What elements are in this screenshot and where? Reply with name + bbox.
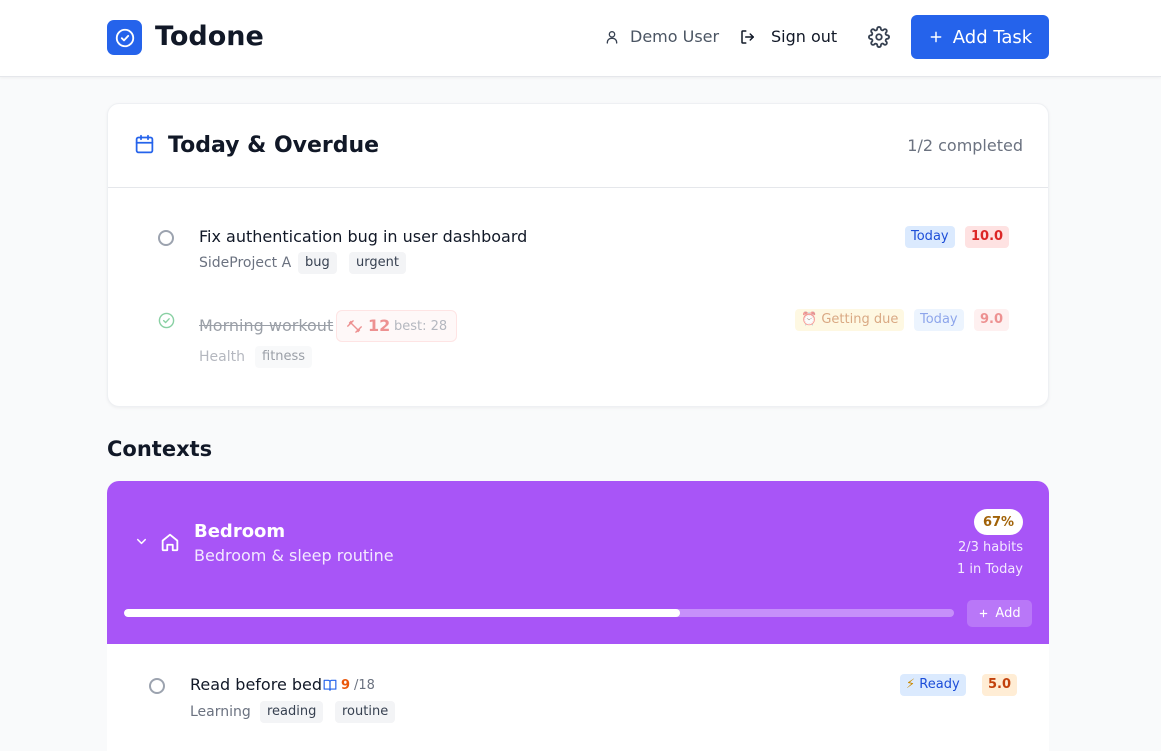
task-tag[interactable]: urgent bbox=[349, 252, 406, 274]
check-circle-icon[interactable] bbox=[158, 312, 175, 329]
score-badge: 5.0 bbox=[982, 674, 1018, 696]
add-task-button[interactable]: Add Task bbox=[911, 15, 1049, 59]
card-title: Today & Overdue bbox=[168, 133, 380, 158]
gear-icon bbox=[868, 26, 890, 48]
status-badge: ⏰ Getting due bbox=[795, 309, 905, 331]
user-name: Demo User bbox=[630, 27, 720, 46]
task-title[interactable]: Read before bed bbox=[190, 675, 322, 695]
task-project: Learning bbox=[190, 704, 251, 720]
add-task-label: Add Task bbox=[952, 26, 1033, 48]
context-add-button[interactable]: Add bbox=[967, 600, 1032, 627]
card-header: Today & Overdue 1/2 completed bbox=[108, 104, 1048, 188]
reading-progress-current: 9 bbox=[341, 678, 351, 693]
dumbbell-icon bbox=[347, 320, 362, 333]
context-progress-fill bbox=[124, 609, 681, 617]
alarm-clock-icon: ⏰ bbox=[801, 312, 818, 327]
task-tag[interactable]: fitness bbox=[255, 346, 313, 368]
streak-badge: 12 best: 28 bbox=[336, 310, 457, 342]
score-badge: 10.0 bbox=[965, 226, 1010, 248]
completed-count: 1/2 completed bbox=[907, 136, 1023, 155]
task-checkbox[interactable] bbox=[158, 230, 174, 246]
context-habits: 2/3 habits bbox=[958, 540, 1023, 555]
lightning-icon: ⚡ bbox=[906, 677, 916, 692]
task-title[interactable]: Morning workout bbox=[199, 316, 333, 336]
context-today: 1 in Today bbox=[957, 562, 1023, 577]
status-badge-label: Ready bbox=[919, 677, 960, 692]
context-name: Bedroom bbox=[194, 521, 286, 542]
status-badge-label: Getting due bbox=[821, 312, 899, 327]
task-project: Health bbox=[199, 349, 245, 365]
context-progress-bar bbox=[124, 609, 954, 617]
context-description: Bedroom & sleep routine bbox=[194, 546, 394, 565]
due-badge: Today bbox=[905, 226, 955, 248]
app-header: Todone Demo User Sign out Add Task bbox=[0, 0, 1161, 77]
context-header[interactable]: Bedroom Bedroom & sleep routine 67% 2/3 … bbox=[107, 481, 1049, 644]
reading-progress-total: /18 bbox=[354, 678, 375, 693]
contexts-heading: Contexts bbox=[107, 437, 213, 461]
status-badge: ⚡ Ready bbox=[900, 674, 966, 696]
plus-icon bbox=[980, 609, 988, 618]
sign-out-icon[interactable] bbox=[739, 28, 757, 46]
app-title: Todone bbox=[155, 21, 264, 52]
home-icon bbox=[161, 533, 179, 552]
context-card-bedroom: Bedroom Bedroom & sleep routine 67% 2/3 … bbox=[107, 481, 1049, 751]
due-badge: Today bbox=[914, 309, 964, 331]
chevron-down-icon[interactable] bbox=[134, 534, 149, 549]
task-title[interactable]: Fix authentication bug in user dashboard bbox=[199, 227, 527, 247]
streak-best: best: 28 bbox=[394, 319, 448, 334]
today-overdue-card: Today & Overdue 1/2 completed Fix authen… bbox=[107, 103, 1049, 407]
score-badge: 9.0 bbox=[974, 309, 1010, 331]
context-percent-badge: 67% bbox=[974, 509, 1023, 535]
app-logo[interactable] bbox=[107, 20, 142, 55]
plus-icon bbox=[930, 31, 942, 43]
sign-out-button[interactable]: Sign out bbox=[771, 27, 837, 47]
check-circle-icon bbox=[115, 28, 134, 47]
task-tag[interactable]: reading bbox=[260, 701, 324, 723]
settings-button[interactable] bbox=[866, 24, 892, 50]
book-icon bbox=[323, 679, 337, 691]
streak-count: 12 bbox=[368, 316, 391, 335]
task-tag[interactable]: routine bbox=[335, 701, 396, 723]
task-checkbox[interactable] bbox=[149, 678, 165, 694]
context-add-label: Add bbox=[995, 606, 1021, 621]
calendar-icon bbox=[135, 134, 154, 154]
task-project: SideProject A bbox=[199, 255, 292, 271]
task-tag[interactable]: bug bbox=[298, 252, 337, 274]
user-icon bbox=[606, 31, 618, 44]
